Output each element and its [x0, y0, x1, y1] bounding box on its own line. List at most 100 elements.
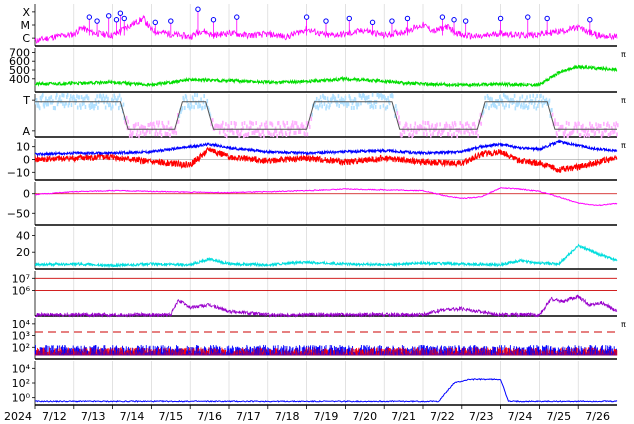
sector-point: [76, 105, 79, 110]
flare-marker: [451, 17, 457, 23]
sector-point: [262, 129, 264, 134]
sector-point: [502, 92, 505, 97]
panel-kp-tick-label: 20: [16, 246, 30, 259]
sector-point: [429, 133, 432, 138]
sector-point: [398, 121, 401, 126]
sector-point: [206, 98, 209, 103]
sector-point: [294, 130, 297, 135]
sector-point: [432, 131, 434, 136]
sector-point: [520, 102, 523, 107]
sector-point: [608, 124, 611, 129]
sector-point: [554, 118, 556, 123]
sector-point: [588, 133, 590, 138]
flare-marker: [544, 15, 550, 22]
flare-marker: [195, 6, 201, 12]
flare-marker: [303, 14, 310, 20]
sector-point: [454, 122, 457, 127]
sector-point: [323, 102, 326, 107]
sector-point: [294, 120, 296, 125]
sector-point: [270, 132, 272, 137]
sector-point: [250, 121, 253, 126]
sector-point: [591, 124, 593, 129]
sector-point: [76, 94, 78, 99]
sector-point: [177, 119, 180, 124]
x-axis-day-label: 7/19: [314, 410, 339, 423]
sector-point: [616, 132, 618, 137]
sector-point: [148, 123, 150, 128]
sector-point: [62, 101, 64, 106]
sector-point: [306, 132, 309, 137]
sector-point: [554, 121, 557, 126]
sector-point: [542, 95, 545, 100]
sector-point: [436, 122, 438, 127]
panel-imf-tick-label: 10: [16, 141, 30, 154]
x-axis-day-label: 7/25: [546, 410, 571, 423]
sector-point: [228, 124, 230, 129]
sector-point: [556, 133, 559, 138]
sector-point: [106, 100, 108, 105]
sector-point: [471, 129, 473, 134]
sector-point: [382, 103, 385, 108]
sector-point: [43, 104, 46, 109]
sector-point: [319, 95, 322, 100]
sector-point: [513, 93, 516, 98]
flare-marker: [323, 18, 329, 24]
sector-point: [165, 132, 167, 137]
sector-point: [477, 134, 479, 139]
flare-marker: [117, 10, 124, 16]
sector-point: [466, 121, 469, 126]
sector-point: [255, 121, 257, 126]
sector-point: [104, 105, 107, 110]
sector-point: [218, 124, 220, 129]
sector-point: [501, 98, 503, 103]
sector-point: [537, 104, 539, 109]
sector-point: [565, 120, 568, 125]
sector-point: [127, 119, 129, 124]
sector-point: [114, 95, 116, 100]
panel-cr: 10⁴ 10² 10⁰: [12, 361, 618, 406]
sector-point: [541, 103, 544, 108]
sector-point: [103, 100, 105, 105]
panel-sector-tick-label: T: [22, 94, 30, 107]
sector-point: [200, 97, 202, 102]
sector-point: [519, 96, 521, 101]
sector-point: [275, 129, 278, 134]
sector-point: [464, 122, 467, 127]
sector-point: [522, 105, 524, 110]
flare-marker: [168, 18, 174, 24]
solar-activity-stack-chart: XMC700600500400πTAπ100−10π0−50402010⁷10⁶…: [4, 4, 626, 423]
sector-point: [480, 121, 483, 126]
sector-point: [48, 96, 51, 101]
sector-point: [344, 95, 347, 100]
sector-point: [149, 130, 151, 135]
sector-point: [589, 121, 591, 126]
sector-point: [87, 96, 90, 101]
sector-point: [324, 96, 327, 101]
sector-point: [526, 95, 528, 100]
sector-point: [66, 93, 69, 98]
sector-point: [49, 100, 52, 105]
sector-point: [59, 95, 61, 100]
sector-point: [249, 120, 251, 125]
panel-dst-tick-label: 0: [23, 188, 30, 201]
sector-point: [615, 121, 618, 126]
sector-point: [109, 102, 112, 107]
sector-point: [488, 106, 490, 111]
flare-marker: [152, 19, 158, 26]
sector-point: [396, 111, 399, 116]
panel-kp-tick-label: 40: [16, 229, 30, 242]
sector-point: [242, 134, 245, 139]
sector-point: [427, 120, 430, 125]
sector-point: [453, 132, 455, 137]
sector-point: [398, 115, 400, 120]
sector-point: [277, 120, 280, 125]
sector-point: [125, 115, 128, 120]
sector-point: [308, 124, 311, 129]
panel-electron: 10⁴10³10²π: [12, 318, 626, 360]
x-axis-day-label: 7/18: [275, 410, 300, 423]
panel-cr-tick-label: 10⁰: [12, 392, 31, 405]
sector-point: [455, 128, 458, 133]
sector-point: [117, 95, 119, 100]
sector-point: [232, 131, 235, 136]
sector-point: [372, 105, 375, 110]
